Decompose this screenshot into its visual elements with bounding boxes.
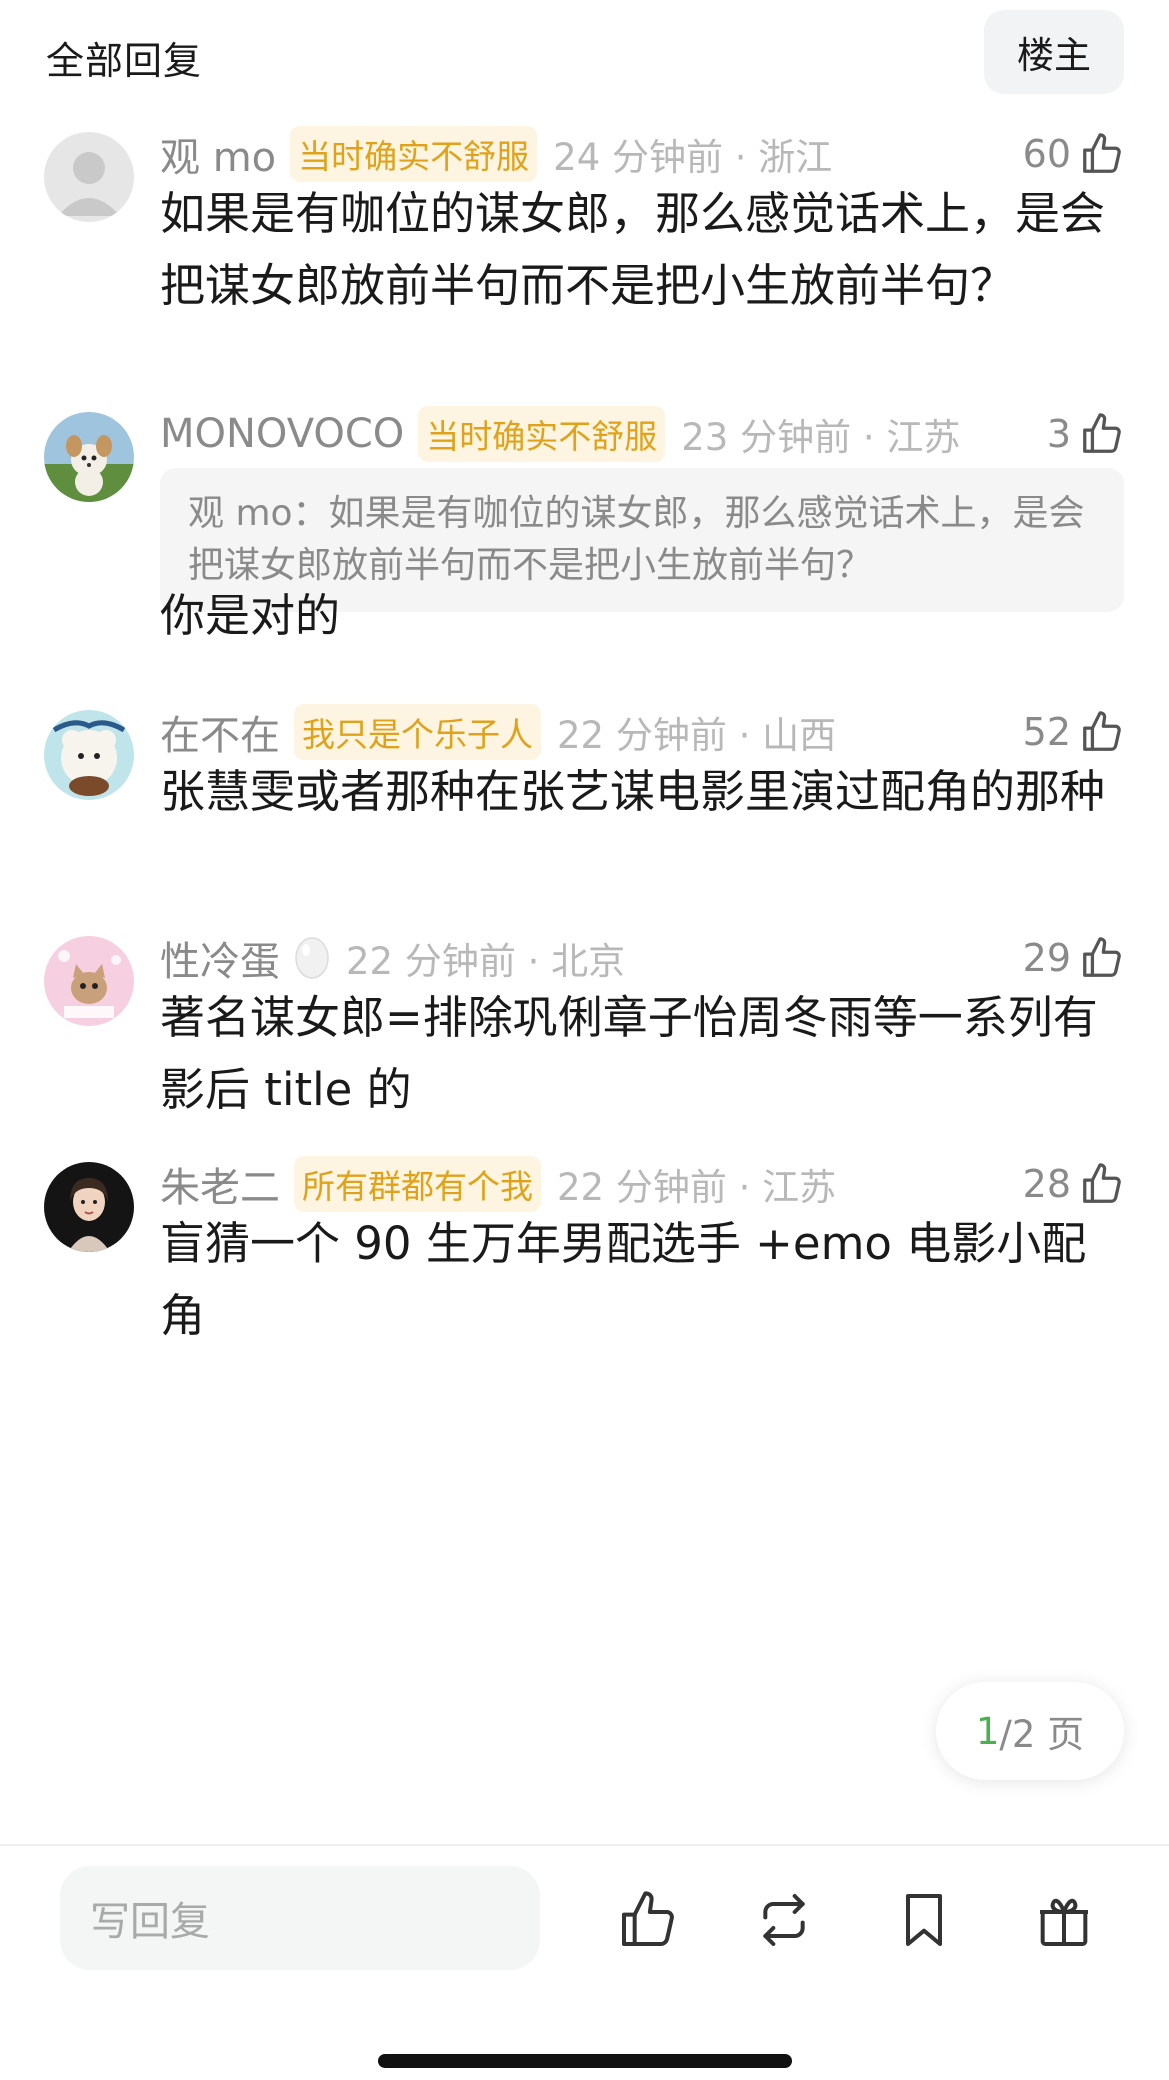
page-indicator[interactable]: 1/2 页: [936, 1682, 1124, 1780]
comment-meta: 性冷蛋 22 分钟前 · 北京 29: [160, 928, 1125, 988]
like-button[interactable]: 3: [1047, 404, 1125, 464]
comment-meta: 观 mo 当时确实不舒服 24 分钟前 · 浙江 60: [160, 124, 1125, 184]
egg-icon: [294, 933, 330, 983]
bookmark-icon[interactable]: [892, 1888, 956, 1952]
timestamp-location: 22 分钟前 · 北京: [346, 940, 626, 983]
like-button[interactable]: 52: [1023, 702, 1125, 762]
avatar[interactable]: [44, 936, 134, 1026]
timestamp-location: 24 分钟前 · 浙江: [553, 136, 833, 179]
avatar[interactable]: [44, 412, 134, 502]
like-count: 29: [1022, 936, 1071, 980]
fan-badge: 当时确实不舒服: [418, 406, 666, 462]
username[interactable]: 性冷蛋: [160, 929, 280, 987]
like-count: 60: [1022, 132, 1071, 176]
like-count: 52: [1022, 710, 1071, 754]
avatar[interactable]: [44, 1162, 134, 1252]
thumbs-up-icon: [1079, 411, 1125, 457]
avatar[interactable]: [44, 132, 134, 222]
like-button[interactable]: 28: [1023, 1154, 1125, 1214]
fan-badge: 我只是个乐子人: [294, 704, 541, 760]
like-button[interactable]: 60: [1023, 124, 1125, 184]
fan-badge: 当时确实不舒服: [290, 126, 538, 182]
total-pages: /2 页: [999, 1713, 1085, 1756]
thumbs-up-icon: [1079, 131, 1125, 177]
repost-icon[interactable]: [752, 1888, 816, 1952]
bottom-bar-divider: [0, 1844, 1169, 1846]
thumbs-up-icon: [1079, 709, 1125, 755]
like-count: 28: [1022, 1162, 1071, 1206]
username[interactable]: 朱老二: [160, 1155, 280, 1213]
username[interactable]: MONOVOCO: [160, 411, 404, 457]
comment-text: 如果是有咖位的谋女郎，那么感觉话术上，是会把谋女郎放前半句而不是把小生放前半句？: [160, 187, 1106, 312]
comment-text: 你是对的: [160, 589, 341, 642]
username[interactable]: 观 mo: [160, 125, 276, 183]
reply-input[interactable]: 写回复: [60, 1866, 540, 1970]
timestamp-location: 23 分钟前 · 江苏: [681, 416, 961, 459]
comment-meta: 在不在 我只是个乐子人 22 分钟前 · 山西 52: [160, 702, 1125, 762]
thumbs-up-icon: [1079, 935, 1125, 981]
comment-text: 盲猜一个 90 生万年男配选手 +emo 电影小配角: [160, 1217, 1087, 1342]
gift-icon[interactable]: [1032, 1888, 1096, 1952]
avatar[interactable]: [44, 710, 134, 800]
timestamp-location: 22 分钟前 · 江苏: [557, 1166, 837, 1209]
username[interactable]: 在不在: [160, 703, 280, 761]
comment-text: 著名谋女郎=排除巩俐章子怡周冬雨等一系列有影后 title 的: [160, 991, 1098, 1116]
comment-meta: 朱老二 所有群都有个我 22 分钟前 · 江苏 28: [160, 1154, 1125, 1214]
op-filter-button[interactable]: 楼主: [984, 10, 1124, 94]
fan-badge: 所有群都有个我: [294, 1156, 541, 1212]
timestamp-location: 22 分钟前 · 山西: [557, 714, 837, 757]
like-button[interactable]: 29: [1023, 928, 1125, 988]
home-indicator: [378, 2054, 792, 2068]
comment-text: 张慧雯或者那种在张艺谋电影里演过配角的那种: [160, 765, 1106, 818]
comment-meta: MONOVOCO 当时确实不舒服 23 分钟前 · 江苏 3: [160, 404, 1125, 464]
thumbs-up-icon[interactable]: [616, 1888, 680, 1952]
thumbs-up-icon: [1079, 1161, 1125, 1207]
current-page: 1: [975, 1709, 1000, 1753]
like-count: 3: [1046, 412, 1071, 456]
page-title: 全部回复: [46, 39, 203, 83]
